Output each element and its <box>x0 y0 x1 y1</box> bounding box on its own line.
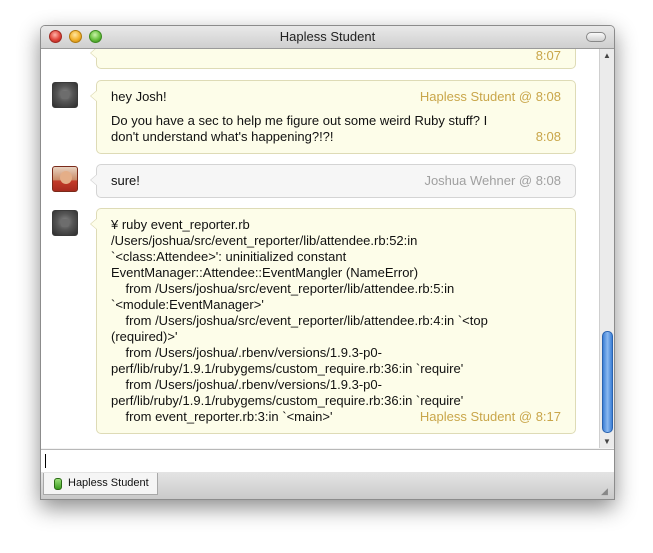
vertical-scrollbar[interactable]: ▲ ▼ <box>599 49 614 448</box>
toolbar-toggle-button[interactable] <box>586 32 606 42</box>
message-input[interactable] <box>41 449 614 473</box>
message-bubble: ¥ ruby event_reporter.rb /Users/joshua/s… <box>90 208 576 434</box>
resize-grip-icon[interactable]: ◢ <box>601 486 611 496</box>
status-available-icon <box>54 478 62 490</box>
chat-window: Hapless Student 8:07 hey Josh! Hapless S… <box>40 25 615 500</box>
message-text: hey Josh! <box>111 89 167 104</box>
avatar-hapless-student <box>52 82 78 108</box>
title-bar[interactable]: Hapless Student <box>41 26 614 49</box>
message-text: Do you have a sec to help me figure out … <box>111 113 488 144</box>
scroll-thumb[interactable] <box>602 331 613 433</box>
scroll-down-arrow-icon[interactable]: ▼ <box>600 435 614 448</box>
message-time: 8:07 <box>535 49 561 63</box>
message-header: Hapless Student @ 8:17 <box>419 409 561 424</box>
tab-label: Hapless Student <box>68 477 149 489</box>
message-bubble: hey Josh! Hapless Student @ 8:08 Do you … <box>90 80 576 154</box>
avatar-joshua-wehner <box>52 166 78 192</box>
scroll-up-arrow-icon[interactable]: ▲ <box>600 49 614 62</box>
message-header: Hapless Student @ 8:08 <box>419 89 561 104</box>
tab-bar: Hapless Student ◢ <box>41 472 614 499</box>
message-text: sure! <box>111 173 140 188</box>
window-title: Hapless Student <box>279 29 376 44</box>
message-list[interactable]: 8:07 hey Josh! Hapless Student @ 8:08 Do… <box>41 49 599 448</box>
message-text: ¥ ruby event_reporter.rb /Users/joshua/s… <box>111 217 488 424</box>
message-header: Joshua Wehner @ 8:08 <box>424 173 561 188</box>
avatar-hapless-student <box>52 210 78 236</box>
message-time: 8:08 <box>535 129 561 144</box>
text-caret <box>45 454 46 468</box>
message-bubble: sure! Joshua Wehner @ 8:08 <box>90 164 576 198</box>
tab-hapless-student[interactable]: Hapless Student <box>43 473 158 495</box>
message-bubble-partial: 8:07 <box>90 49 576 69</box>
